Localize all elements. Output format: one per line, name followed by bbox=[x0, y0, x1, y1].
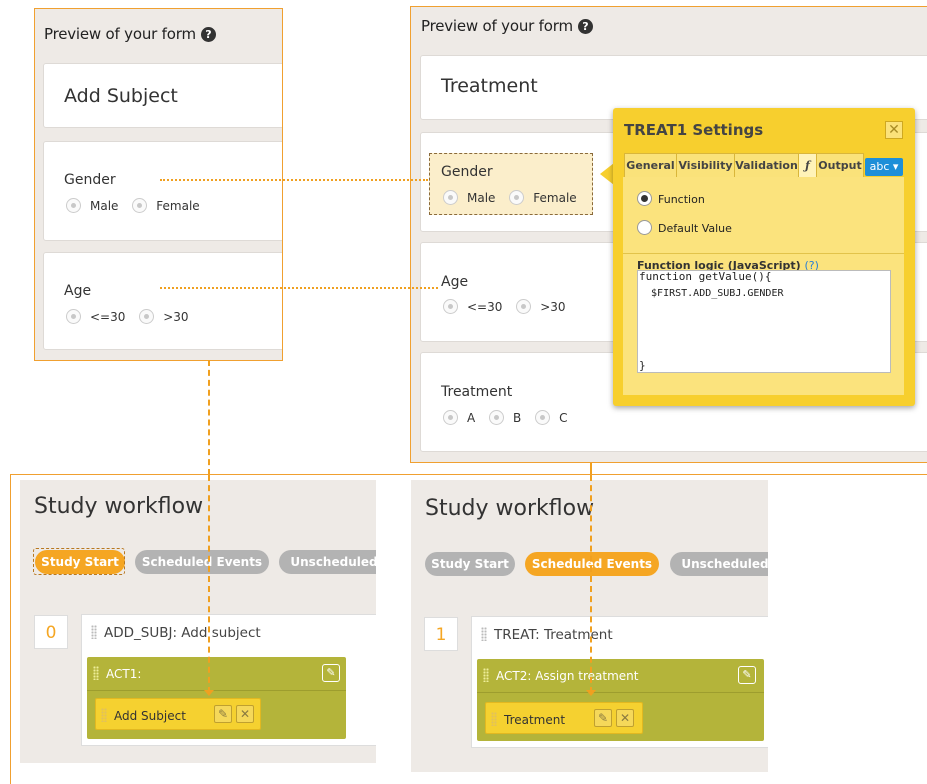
workflow-step[interactable]: TREAT: Treatment ACT2: Assign treatment … bbox=[471, 616, 768, 748]
function-code-editor[interactable]: function getValue(){ $FIRST.ADD_SUBJ.GEN… bbox=[637, 270, 891, 373]
workflow-step[interactable]: ADD_SUBJ: Add subject ACT1: ✎ Add Subjec… bbox=[81, 614, 376, 746]
add-subject-connector bbox=[208, 360, 210, 475]
activity-name: ACT2: Assign treatment bbox=[496, 669, 639, 683]
add-subject-connector-lower bbox=[208, 475, 210, 693]
drag-handle-icon[interactable] bbox=[101, 708, 107, 722]
pencil-icon[interactable]: ✎ bbox=[322, 664, 340, 682]
pencil-icon[interactable]: ✎ bbox=[594, 709, 612, 727]
drag-handle-icon[interactable] bbox=[483, 668, 489, 682]
radio-button[interactable] bbox=[637, 220, 652, 235]
drag-handle-icon[interactable] bbox=[91, 625, 97, 639]
workflow-title: Study workflow bbox=[425, 496, 595, 521]
drag-handle-icon[interactable] bbox=[481, 627, 487, 641]
close-icon[interactable]: ✕ bbox=[236, 705, 254, 723]
radio-button[interactable] bbox=[637, 191, 652, 206]
code-line: function getValue(){ bbox=[639, 270, 772, 283]
form-name: Treatment bbox=[504, 713, 566, 727]
radio-function[interactable]: Function bbox=[637, 191, 705, 206]
tab-output[interactable]: Output bbox=[816, 153, 864, 177]
step-number: 1 bbox=[424, 617, 458, 651]
connector-arrowhead bbox=[586, 690, 596, 696]
popup-title: TREAT1 Settings bbox=[624, 121, 764, 139]
pencil-icon[interactable]: ✎ bbox=[214, 705, 232, 723]
code-line: $FIRST.ADD_SUBJ.GENDER bbox=[639, 288, 784, 299]
workflow-title: Study workflow bbox=[34, 494, 204, 519]
active-tab-outline bbox=[33, 548, 125, 575]
form-chip[interactable]: Treatment ✎ ✕ bbox=[485, 702, 643, 734]
workflow-activity[interactable]: ACT1: ✎ Add Subject ✎ ✕ bbox=[87, 657, 346, 739]
value-type-dropdown[interactable]: abc ▾ bbox=[865, 158, 903, 176]
treatment-connector-lower bbox=[590, 475, 592, 693]
step-name: ADD_SUBJ: Add subject bbox=[104, 625, 261, 641]
popup-pointer bbox=[600, 163, 614, 185]
tab-validation[interactable]: Validation bbox=[734, 153, 799, 177]
code-line: } bbox=[639, 359, 646, 372]
tab-unscheduled[interactable]: Unscheduled bbox=[670, 552, 768, 576]
field-settings-popup: TREAT1 Settings ✕ General Visibility Val… bbox=[613, 108, 915, 406]
tab-visibility[interactable]: Visibility bbox=[676, 153, 735, 177]
step-name: TREAT: Treatment bbox=[494, 627, 613, 643]
step-number: 0 bbox=[34, 615, 68, 649]
connector-arrowhead bbox=[204, 690, 214, 696]
tab-scheduled-events[interactable]: Scheduled Events bbox=[135, 550, 269, 574]
drag-handle-icon[interactable] bbox=[93, 666, 99, 680]
pencil-icon[interactable]: ✎ bbox=[738, 666, 756, 684]
tab-study-start[interactable]: Study Start bbox=[425, 552, 515, 576]
left-preview-frame bbox=[34, 8, 283, 361]
radio-default-value[interactable]: Default Value bbox=[637, 220, 732, 235]
divider bbox=[623, 253, 904, 254]
close-icon[interactable]: ✕ bbox=[616, 709, 634, 727]
drag-handle-icon[interactable] bbox=[491, 712, 497, 726]
tab-function[interactable]: ƒ bbox=[798, 153, 817, 177]
tab-unscheduled[interactable]: Unscheduled bbox=[279, 550, 376, 574]
age-connector bbox=[160, 287, 438, 289]
form-chip[interactable]: Add Subject ✎ ✕ bbox=[95, 698, 261, 730]
gender-connector bbox=[160, 179, 428, 181]
function-tab-body: Function Default Value Function logic (J… bbox=[623, 177, 904, 395]
activity-name: ACT1: bbox=[106, 667, 142, 681]
tab-general[interactable]: General bbox=[624, 153, 677, 177]
tab-scheduled-events[interactable]: Scheduled Events bbox=[525, 552, 659, 576]
form-name: Add Subject bbox=[114, 709, 186, 723]
left-study-workflow: Study workflow Study Start Scheduled Eve… bbox=[20, 480, 376, 763]
close-icon[interactable]: ✕ bbox=[885, 121, 903, 139]
workflow-activity[interactable]: ACT2: Assign treatment ✎ Treatment ✎ ✕ bbox=[477, 659, 764, 741]
